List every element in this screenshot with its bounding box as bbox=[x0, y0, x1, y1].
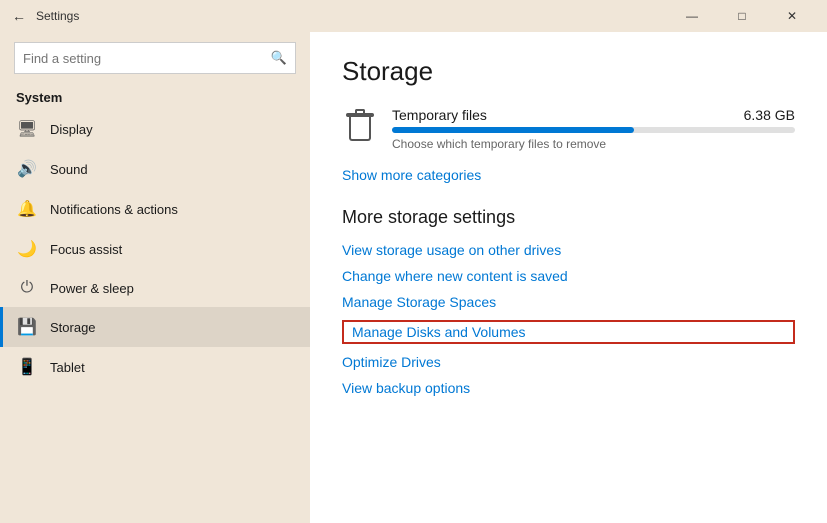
temporary-files-description: Choose which temporary files to remove bbox=[392, 137, 795, 151]
main-layout: 🔍 System 🖥 Display 🔊 Sound 🔔 Notificatio… bbox=[0, 32, 827, 523]
sidebar-label-focus: Focus assist bbox=[50, 242, 122, 257]
sidebar-section-title: System bbox=[0, 84, 310, 109]
sidebar-label-tablet: Tablet bbox=[50, 360, 85, 375]
sidebar-label-storage: Storage bbox=[50, 320, 96, 335]
sidebar-label-display: Display bbox=[50, 122, 93, 137]
title-bar: ← Settings — □ ✕ bbox=[0, 0, 827, 32]
minimize-button[interactable]: — bbox=[669, 0, 715, 32]
change-content-link[interactable]: Change where new content is saved bbox=[342, 268, 795, 284]
temporary-files-progress-bar bbox=[392, 127, 795, 133]
title-bar-title: Settings bbox=[36, 9, 669, 23]
sidebar-item-display[interactable]: 🖥 Display bbox=[0, 109, 310, 149]
close-button[interactable]: ✕ bbox=[769, 0, 815, 32]
storage-icon: 💾 bbox=[16, 317, 38, 337]
back-button[interactable]: ← bbox=[12, 8, 26, 24]
view-storage-link[interactable]: View storage usage on other drives bbox=[342, 242, 795, 258]
notifications-icon: 🔔 bbox=[16, 199, 38, 219]
sidebar-item-notifications[interactable]: 🔔 Notifications & actions bbox=[0, 189, 310, 229]
page-title: Storage bbox=[342, 56, 795, 87]
trash-icon bbox=[342, 107, 378, 143]
sidebar-item-focus[interactable]: 🌙 Focus assist bbox=[0, 229, 310, 269]
manage-spaces-link[interactable]: Manage Storage Spaces bbox=[342, 294, 795, 310]
temporary-files-size: 6.38 GB bbox=[744, 107, 795, 123]
show-more-categories-link[interactable]: Show more categories bbox=[342, 167, 795, 183]
temporary-files-info: Temporary files 6.38 GB Choose which tem… bbox=[392, 107, 795, 151]
sidebar-item-sound[interactable]: 🔊 Sound bbox=[0, 149, 310, 189]
search-icon[interactable]: 🔍 bbox=[271, 50, 287, 66]
focus-icon: 🌙 bbox=[16, 239, 38, 259]
sidebar-item-tablet[interactable]: 📱 Tablet bbox=[0, 347, 310, 387]
temporary-files-name: Temporary files bbox=[392, 107, 487, 123]
display-icon: 🖥 bbox=[16, 119, 38, 139]
more-storage-settings-title: More storage settings bbox=[342, 207, 795, 228]
temporary-files-item: Temporary files 6.38 GB Choose which tem… bbox=[342, 107, 795, 151]
sidebar-label-power: Power & sleep bbox=[50, 281, 134, 296]
sidebar-label-sound: Sound bbox=[50, 162, 88, 177]
content-area: Storage Temporary files 6.38 GB Choose w… bbox=[310, 32, 827, 523]
tablet-icon: 📱 bbox=[16, 357, 38, 377]
sidebar-item-power[interactable]: ⏻ Power & sleep bbox=[0, 269, 310, 307]
more-settings-links: View storage usage on other drives Change… bbox=[342, 242, 795, 396]
sidebar-items: 🖥 Display 🔊 Sound 🔔 Notifications & acti… bbox=[0, 109, 310, 387]
backup-link[interactable]: View backup options bbox=[342, 380, 795, 396]
optimize-link[interactable]: Optimize Drives bbox=[342, 354, 795, 370]
search-input[interactable] bbox=[23, 51, 271, 66]
power-icon: ⏻ bbox=[16, 279, 38, 297]
window-controls: — □ ✕ bbox=[669, 0, 815, 32]
search-box[interactable]: 🔍 bbox=[14, 42, 296, 74]
sidebar-label-notifications: Notifications & actions bbox=[50, 202, 178, 217]
sidebar-item-storage[interactable]: 💾 Storage bbox=[0, 307, 310, 347]
maximize-button[interactable]: □ bbox=[719, 0, 765, 32]
temporary-files-progress-fill bbox=[392, 127, 634, 133]
manage-disks-link[interactable]: Manage Disks and Volumes bbox=[342, 320, 795, 344]
sidebar: 🔍 System 🖥 Display 🔊 Sound 🔔 Notificatio… bbox=[0, 32, 310, 523]
sound-icon: 🔊 bbox=[16, 159, 38, 179]
temporary-files-header: Temporary files 6.38 GB bbox=[392, 107, 795, 123]
